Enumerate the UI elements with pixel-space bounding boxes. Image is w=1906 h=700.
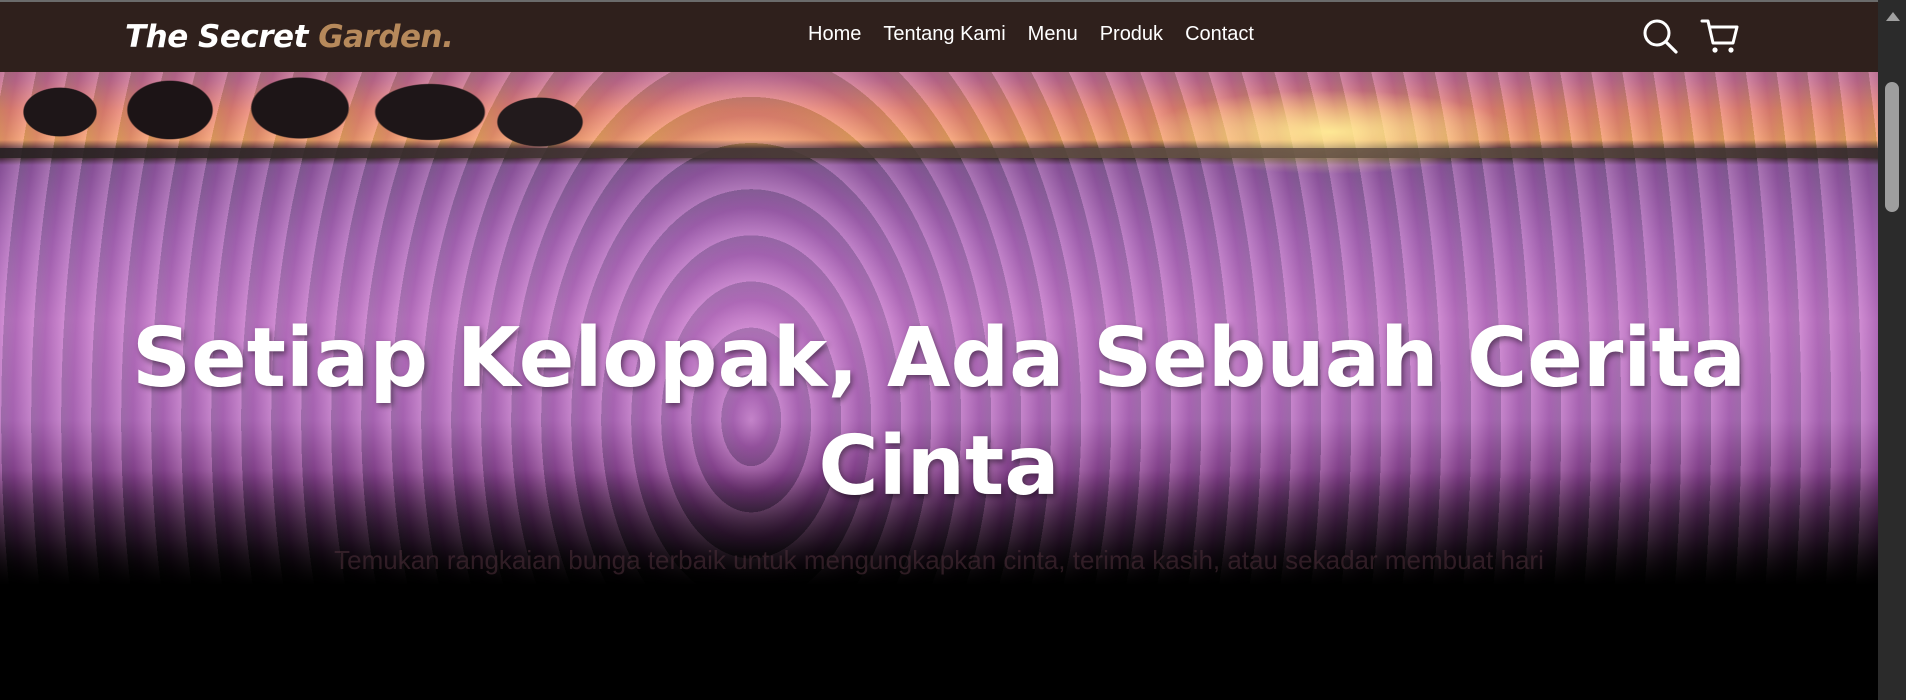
navbar: The Secret Garden. Home Tentang Kami Men… [0, 0, 1878, 72]
nav-icons [1640, 16, 1740, 56]
nav-link-menu[interactable]: Menu [1028, 23, 1078, 46]
hero-treeline [0, 72, 620, 158]
hero-title: Setiap Kelopak, Ada Sebuah Cerita Cinta [132, 311, 1746, 514]
main-nav: Home Tentang Kami Menu Produk Contact [808, 23, 1276, 46]
site-logo[interactable]: The Secret Garden. [125, 19, 454, 55]
nav-link-contact[interactable]: Contact [1185, 23, 1254, 46]
logo-text: The Secret [125, 19, 319, 55]
search-icon[interactable] [1640, 16, 1680, 56]
hero-horizon [0, 148, 1878, 158]
nav-link-tentang-kami[interactable]: Tentang Kami [883, 23, 1005, 46]
hero-subtitle: Temukan rangkaian bunga terbaik untuk me… [334, 545, 1544, 575]
logo-accent-text: Garden. [318, 19, 454, 55]
page-scrollbar[interactable] [1878, 0, 1906, 700]
scrollbar-thumb[interactable] [1885, 82, 1899, 212]
nav-link-produk[interactable]: Produk [1100, 23, 1163, 46]
scroll-up-arrow-icon[interactable] [1886, 12, 1900, 21]
cart-icon[interactable] [1700, 16, 1740, 56]
nav-link-home[interactable]: Home [808, 23, 861, 46]
